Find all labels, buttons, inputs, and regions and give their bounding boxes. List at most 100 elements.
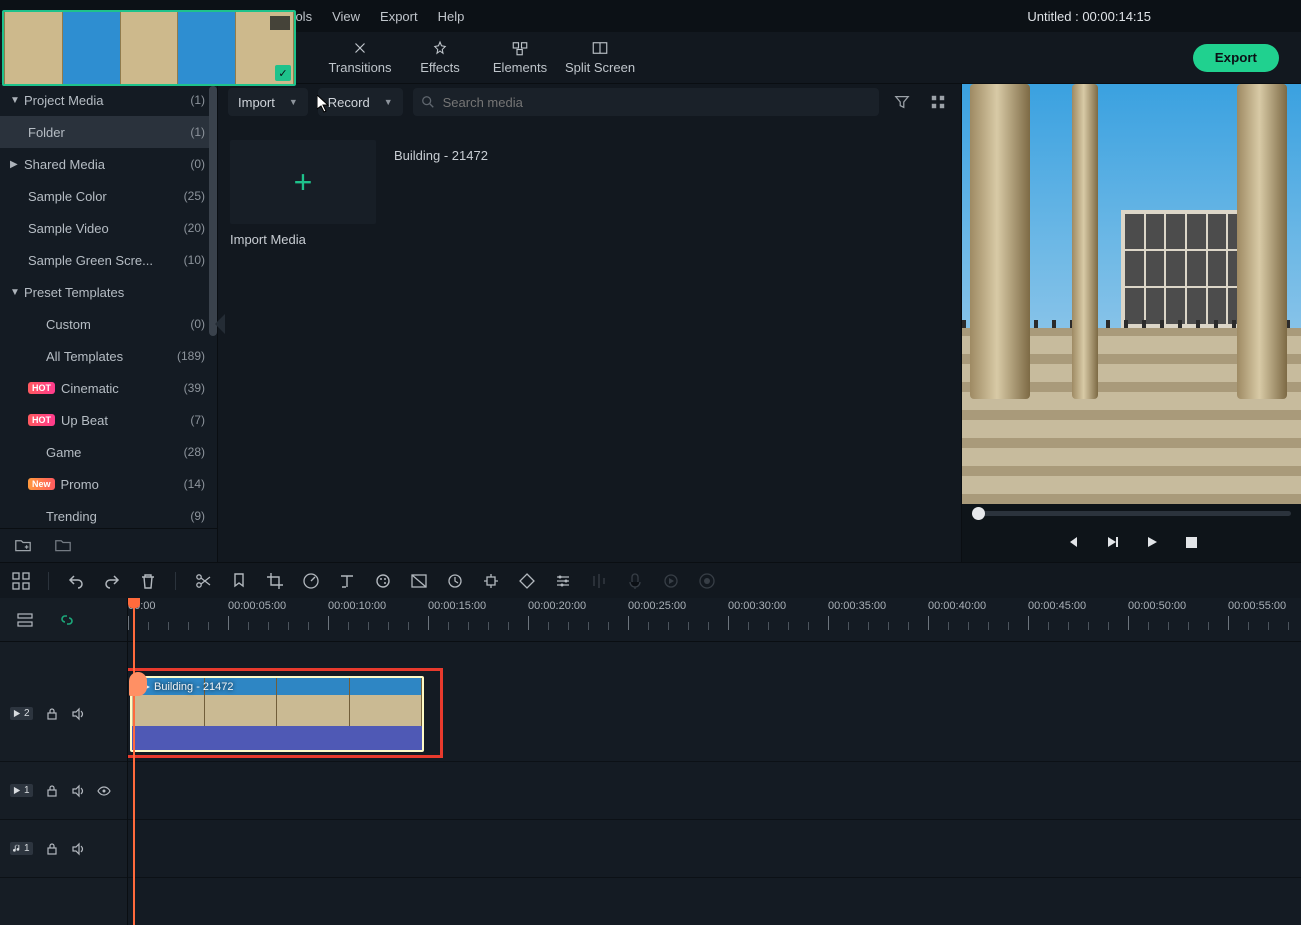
timeline-clip[interactable]: Building - 21472 <box>130 676 424 752</box>
export-button[interactable]: Export <box>1193 44 1279 72</box>
speed-icon[interactable] <box>302 572 320 590</box>
import-box[interactable]: + <box>230 140 376 224</box>
keyframe-icon[interactable] <box>446 572 464 590</box>
tree-label: Game <box>46 445 184 460</box>
tree-label: Folder <box>28 125 190 140</box>
ruler-segment[interactable]: 00:00 <box>128 598 228 641</box>
tree-count: (14) <box>184 477 205 491</box>
green-screen-icon[interactable] <box>410 572 428 590</box>
audio-track-1[interactable] <box>128 820 1301 878</box>
stop-button[interactable] <box>1185 536 1198 549</box>
tree-preset-templates[interactable]: ▼ Preset Templates <box>0 276 217 308</box>
timeline-settings-icon[interactable] <box>12 572 30 590</box>
timeline-toolbar <box>0 562 1301 598</box>
track-head-video-1[interactable]: 1 <box>0 762 127 820</box>
ruler-segment[interactable]: 00:00:20:00 <box>528 598 628 641</box>
mute-icon[interactable] <box>71 842 85 856</box>
tree-folder[interactable]: Folder (1) <box>0 116 217 148</box>
import-dropdown[interactable]: Import ▼ <box>228 88 308 116</box>
redo-icon[interactable] <box>103 572 121 590</box>
media-clip-tile[interactable]: ✓ Building - 21472 <box>394 140 540 247</box>
search-media-field[interactable] <box>413 88 879 116</box>
ruler-segment[interactable]: 00:00:10:00 <box>328 598 428 641</box>
link-icon[interactable] <box>58 611 76 629</box>
timeline-body[interactable]: 00:0000:00:05:0000:00:10:0000:00:15:0000… <box>128 598 1301 925</box>
ruler-segment[interactable]: 00:00:35:00 <box>828 598 928 641</box>
lock-icon[interactable] <box>45 707 59 721</box>
sidebar-scrollbar[interactable] <box>209 84 217 562</box>
menu-view[interactable]: View <box>332 9 360 24</box>
filter-icon[interactable] <box>889 89 915 115</box>
import-media-tile[interactable]: + Import Media <box>230 140 376 247</box>
adjust-icon[interactable] <box>554 572 572 590</box>
text-icon[interactable] <box>338 572 356 590</box>
tree-game[interactable]: Game (28) <box>0 436 217 468</box>
tree-cinematic[interactable]: HOT Cinematic (39) <box>0 372 217 404</box>
tab-effects[interactable]: Effects <box>400 32 480 84</box>
prev-frame-button[interactable] <box>1065 535 1079 549</box>
tree-promo[interactable]: New Promo (14) <box>0 468 217 500</box>
video-track-1[interactable] <box>128 762 1301 820</box>
view-grid-icon[interactable] <box>925 89 951 115</box>
tree-trending[interactable]: Trending (9) <box>0 500 217 528</box>
tree-count: (20) <box>184 221 205 235</box>
ruler-segment[interactable]: 00:00:55:00 <box>1228 598 1301 641</box>
ruler-segment[interactable]: 00:00:45:00 <box>1028 598 1128 641</box>
delete-icon[interactable] <box>139 572 157 590</box>
folder-icon[interactable] <box>54 538 72 554</box>
undo-icon[interactable] <box>67 572 85 590</box>
eye-icon[interactable] <box>97 784 111 798</box>
lock-icon[interactable] <box>45 784 59 798</box>
mute-icon[interactable] <box>71 784 85 798</box>
tab-elements[interactable]: Elements <box>480 32 560 84</box>
tree-shared-media[interactable]: ▶ Shared Media (0) <box>0 148 217 180</box>
ruler-segment[interactable]: 00:00:40:00 <box>928 598 1028 641</box>
new-folder-icon[interactable] <box>14 538 32 554</box>
tree-custom[interactable]: Custom (0) <box>0 308 217 340</box>
document-title: Untitled : 00:00:14:15 <box>1027 9 1151 24</box>
play-button[interactable] <box>1145 535 1159 549</box>
record-dropdown[interactable]: Record ▼ <box>318 88 403 116</box>
crop-icon[interactable] <box>266 572 284 590</box>
tree-all-templates[interactable]: All Templates (189) <box>0 340 217 372</box>
ruler-segment[interactable]: 00:00:50:00 <box>1128 598 1228 641</box>
motion-track-icon[interactable] <box>482 572 500 590</box>
preview-seekbar[interactable] <box>962 504 1301 522</box>
track-head-audio-1[interactable]: 1 <box>0 820 127 878</box>
clip-thumbnail[interactable]: ✓ <box>2 10 296 86</box>
tree-sample-green[interactable]: Sample Green Scre... (10) <box>0 244 217 276</box>
ruler-label: 00:00:45:00 <box>1028 600 1086 612</box>
ruler-segment[interactable]: 00:00:05:00 <box>228 598 328 641</box>
color-icon[interactable] <box>374 572 392 590</box>
play-pause-button[interactable] <box>1105 535 1119 549</box>
ruler-segment[interactable]: 00:00:15:00 <box>428 598 528 641</box>
split-icon[interactable] <box>194 572 212 590</box>
seek-knob[interactable] <box>972 507 985 520</box>
tab-transitions[interactable]: Transitions <box>320 32 400 84</box>
tree-sample-video[interactable]: Sample Video (20) <box>0 212 217 244</box>
menu-export[interactable]: Export <box>380 9 418 24</box>
tree-upbeat[interactable]: HOT Up Beat (7) <box>0 404 217 436</box>
lock-icon[interactable] <box>45 842 59 856</box>
tree-label: All Templates <box>46 349 177 364</box>
auto-ripple-icon[interactable] <box>16 611 34 629</box>
search-input[interactable] <box>443 95 871 110</box>
track-head-video-2[interactable]: 2 <box>0 666 127 762</box>
tree-project-media[interactable]: ▼ Project Media (1) <box>0 84 217 116</box>
video-track-2[interactable]: Building - 21472 <box>128 666 1301 762</box>
tree-count: (189) <box>177 349 205 363</box>
audio-mixer-icon <box>590 572 608 590</box>
keyframe-diamond-icon[interactable] <box>518 572 536 590</box>
tree-sample-color[interactable]: Sample Color (25) <box>0 180 217 212</box>
playhead[interactable] <box>133 598 135 925</box>
preview-controls <box>962 522 1301 562</box>
menu-help[interactable]: Help <box>438 9 465 24</box>
marker-icon[interactable] <box>230 572 248 590</box>
ruler-segment[interactable]: 00:00:25:00 <box>628 598 728 641</box>
mute-icon[interactable] <box>71 707 85 721</box>
tree-count: (0) <box>190 317 205 331</box>
ruler-label: 00:00:25:00 <box>628 600 686 612</box>
tab-split-screen[interactable]: Split Screen <box>560 32 640 84</box>
timeline-ruler[interactable]: 00:0000:00:05:0000:00:10:0000:00:15:0000… <box>128 598 1301 642</box>
ruler-segment[interactable]: 00:00:30:00 <box>728 598 828 641</box>
